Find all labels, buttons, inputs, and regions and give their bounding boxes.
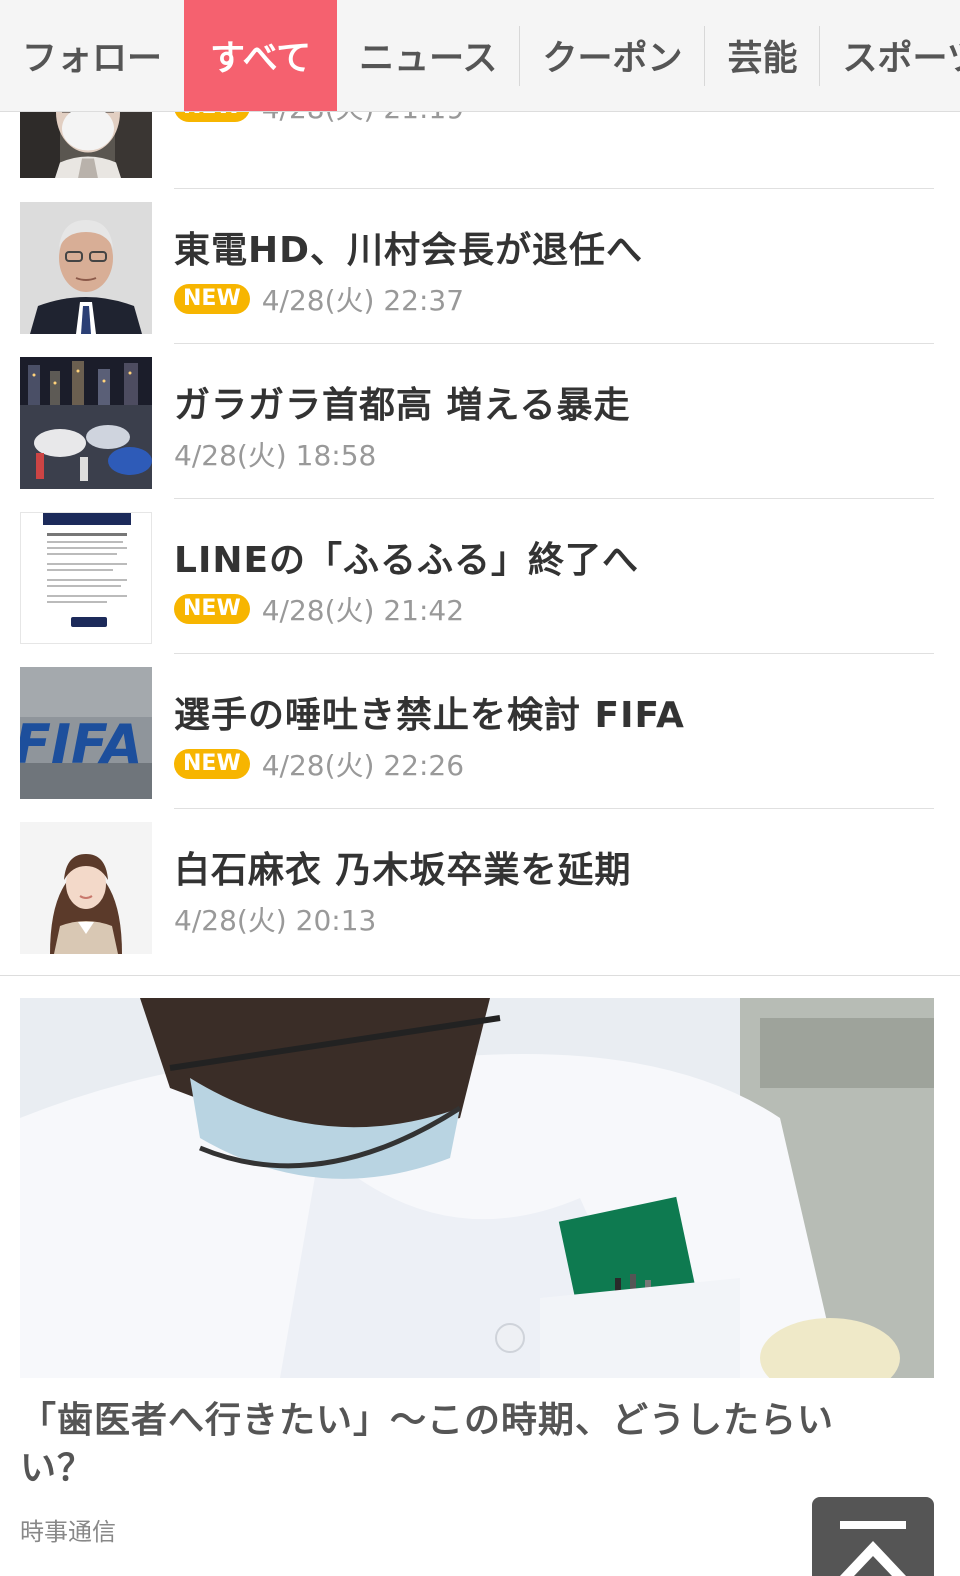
news-item[interactable]: LINEの「ふるふる」終了へ NEW 4/28(火) 21:42 — [0, 499, 960, 654]
category-tab-bar: フォロー すべて ニュース クーポン 芸能 スポーツ — [0, 0, 960, 112]
news-meta: 4/28(火) 20:13 — [174, 903, 376, 937]
news-meta: NEW 4/28(火) 22:37 — [174, 283, 464, 317]
tab-follow[interactable]: フォロー — [0, 0, 184, 111]
tab-label: クーポン — [542, 39, 683, 79]
new-badge: NEW — [174, 284, 250, 314]
new-badge: NEW — [174, 749, 250, 779]
news-date: 4/28(火) 18:58 — [174, 439, 377, 472]
news-thumbnail — [20, 822, 152, 954]
tab-entertainment[interactable]: 芸能 — [705, 0, 819, 111]
list-end-divider — [0, 975, 960, 976]
news-item[interactable]: FIFA 選手の唾吐き禁止を検討 FIFA NEW 4/28(火) 22:26 — [0, 654, 960, 809]
news-title: 選手の唾吐き禁止を検討 FIFA — [174, 695, 685, 736]
news-date: 4/28(火) 20:13 — [174, 904, 377, 937]
news-thumbnail — [20, 512, 152, 644]
news-title: ガラガラ首都高 増える暴走 — [174, 385, 631, 426]
news-date: 4/28(火) 22:37 — [261, 284, 465, 317]
svg-text:FIFA: FIFA — [20, 713, 143, 776]
tab-label: フォロー — [22, 39, 163, 79]
news-thumbnail: FIFA — [20, 667, 152, 799]
news-title: LINEの「ふるふる」終了へ — [174, 540, 640, 581]
new-badge: NEW — [174, 594, 250, 624]
tab-label: すべて — [210, 39, 312, 79]
news-item[interactable]: 白石麻衣 乃木坂卒業を延期 4/28(火) 20:13 — [0, 809, 960, 964]
news-title: 白石麻衣 乃木坂卒業を延期 — [174, 850, 632, 891]
feature-source: 時事通信 — [20, 1518, 116, 1546]
news-date: 4/28(火) 22:26 — [261, 749, 465, 782]
news-item[interactable]: 東電HD、川村会長が退任へ NEW 4/28(火) 22:37 — [0, 189, 960, 344]
feature-image[interactable] — [20, 998, 934, 1378]
tab-label: ニュース — [359, 39, 498, 79]
news-thumbnail — [20, 357, 152, 489]
tab-all[interactable]: すべて — [184, 0, 338, 111]
news-meta: NEW 4/28(火) 21:42 — [174, 593, 464, 627]
feature-title[interactable]: 「歯医者へ行きたい」～この時期、どうしたらいい？ — [20, 1397, 900, 1493]
tab-coupon[interactable]: クーポン — [520, 0, 704, 111]
news-thumbnail — [20, 202, 152, 334]
tab-sports[interactable]: スポーツ — [820, 0, 960, 111]
tab-news[interactable]: ニュース — [337, 0, 519, 111]
tab-label: 芸能 — [727, 39, 798, 79]
arrow-up-to-top-icon — [840, 1521, 906, 1576]
news-date: 4/28(火) 21:42 — [261, 594, 465, 627]
scroll-to-top-button[interactable] — [812, 1497, 934, 1576]
news-meta: 4/28(火) 18:58 — [174, 438, 376, 472]
news-meta: NEW 4/28(火) 22:26 — [174, 748, 464, 782]
news-item[interactable]: ガラガラ首都高 増える暴走 4/28(火) 18:58 — [0, 344, 960, 499]
news-title: 東電HD、川村会長が退任へ — [174, 230, 644, 271]
tab-label: スポーツ — [842, 39, 960, 79]
